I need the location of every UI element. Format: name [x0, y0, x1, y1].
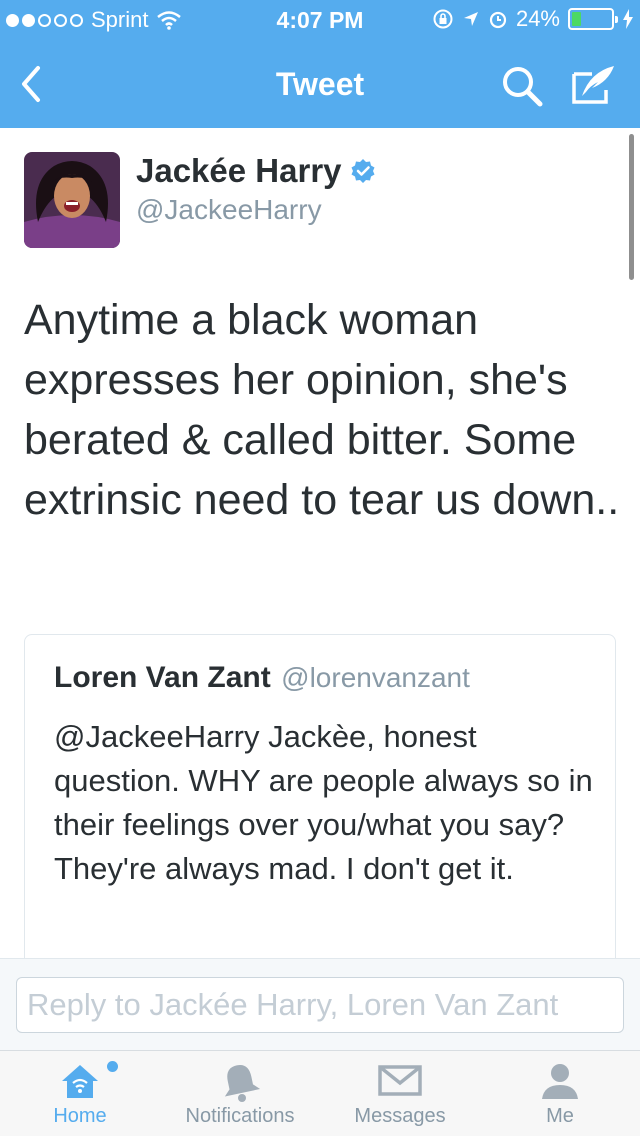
tab-bar: Home Notifications Messages Me	[0, 1050, 640, 1136]
tab-home[interactable]: Home	[0, 1051, 160, 1136]
tab-label-me: Me	[546, 1105, 574, 1127]
author-handle[interactable]: @JackeeHarry	[136, 194, 322, 226]
compose-tweet-icon[interactable]	[568, 62, 618, 108]
rotation-lock-icon	[433, 9, 453, 29]
alarm-icon	[489, 11, 507, 29]
quoted-tweet-text: @JackeeHarry Jackèe, honest question. WH…	[54, 719, 593, 886]
reply-bar	[0, 958, 640, 1050]
battery-percent: 24%	[515, 6, 560, 31]
tab-me[interactable]: Me	[480, 1051, 640, 1136]
header: Sprint 4:07 PM 24% Tweet	[0, 0, 640, 128]
person-icon	[542, 1064, 578, 1099]
search-icon[interactable]	[500, 64, 544, 108]
home-icon	[62, 1065, 98, 1098]
tab-notifications[interactable]: Notifications	[160, 1051, 320, 1136]
envelope-icon	[378, 1065, 422, 1096]
reply-input[interactable]	[16, 977, 624, 1033]
quoted-tweet[interactable]: Loren Van Zant @lorenvanzant @JackeeHarr…	[24, 634, 616, 974]
quoted-author-name: Loren Van Zant	[54, 661, 271, 694]
page-title: Tweet	[275, 66, 365, 102]
tab-messages[interactable]: Messages	[320, 1051, 480, 1136]
bell-icon	[224, 1064, 261, 1102]
navigation-bar: Tweet	[0, 40, 640, 128]
quoted-author-handle: @lorenvanzant	[281, 662, 470, 693]
tab-label-messages: Messages	[354, 1105, 446, 1127]
tab-label-home: Home	[53, 1105, 107, 1127]
location-arrow-icon	[463, 12, 478, 26]
author-avatar[interactable]	[24, 152, 120, 248]
verified-badge-icon	[351, 159, 375, 183]
charging-bolt-icon	[623, 9, 633, 29]
tab-label-notifications: Notifications	[185, 1105, 295, 1127]
new-content-dot	[107, 1061, 118, 1072]
tweet-text: Anytime a black woman expresses her opin…	[24, 296, 620, 524]
author-name[interactable]: Jackée Harry	[136, 152, 342, 190]
scrollbar[interactable]	[629, 134, 634, 280]
battery-icon	[568, 8, 618, 30]
status-bar: Sprint 4:07 PM 24%	[0, 0, 640, 40]
